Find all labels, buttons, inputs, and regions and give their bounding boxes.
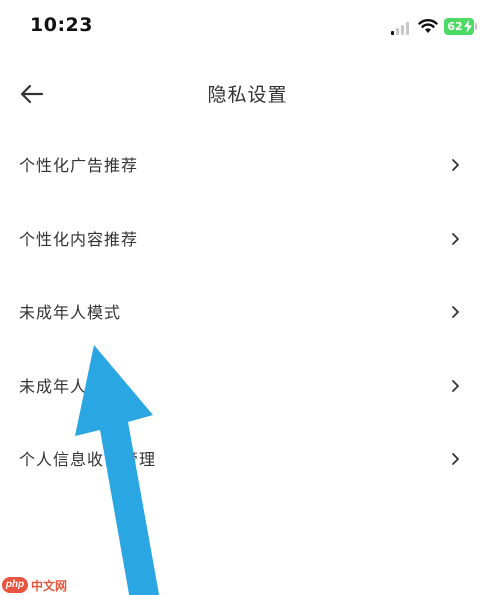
settings-item-personalized-ads[interactable]: 个性化广告推荐 <box>0 128 495 202</box>
chevron-right-icon <box>452 232 459 245</box>
settings-item-label: 个性化广告推荐 <box>19 156 139 175</box>
signal-icon <box>391 22 409 35</box>
chevron-right-icon <box>452 306 459 318</box>
settings-item-label: 个性化内容推荐 <box>19 229 139 249</box>
nav-bar: 隐私设置 <box>0 66 495 122</box>
watermark-text: 中文网 <box>31 578 68 593</box>
settings-item-label: 未成年人 <box>19 376 88 396</box>
status-time: 10:23 <box>30 14 93 36</box>
battery-icon: 62 <box>444 18 474 35</box>
settings-item-personalized-content[interactable]: 个性化内容推荐 <box>0 202 495 276</box>
chevron-right-icon <box>452 379 459 392</box>
settings-item-personal-info[interactable]: 个人信息收 管理 <box>0 422 495 496</box>
settings-item-label: 个人信息收 管理 <box>19 446 156 470</box>
battery-level: 62 <box>447 20 463 33</box>
settings-item-minor[interactable]: 未成年人 <box>0 349 495 423</box>
settings-item-label: 未成年人模式 <box>19 303 122 322</box>
settings-list: 个性化广告推荐 个性化内容推荐 未成年人模式 未成年人 个人信息收 管理 <box>0 128 495 496</box>
status-bar: 10:23 62 <box>0 0 495 56</box>
chevron-right-icon <box>452 453 459 465</box>
battery-cap <box>475 23 477 30</box>
wifi-icon <box>418 19 438 33</box>
bolt-icon <box>464 20 472 33</box>
chevron-right-icon <box>452 159 459 171</box>
settings-item-minor-mode[interactable]: 未成年人模式 <box>0 275 495 349</box>
settings-item-label-tail: 管理 <box>122 450 157 469</box>
watermark: php 中文网 <box>2 575 67 595</box>
watermark-logo: php <box>2 577 28 593</box>
page-title: 隐私设置 <box>207 84 288 106</box>
settings-item-label-head: 个人信息收 <box>19 450 105 469</box>
